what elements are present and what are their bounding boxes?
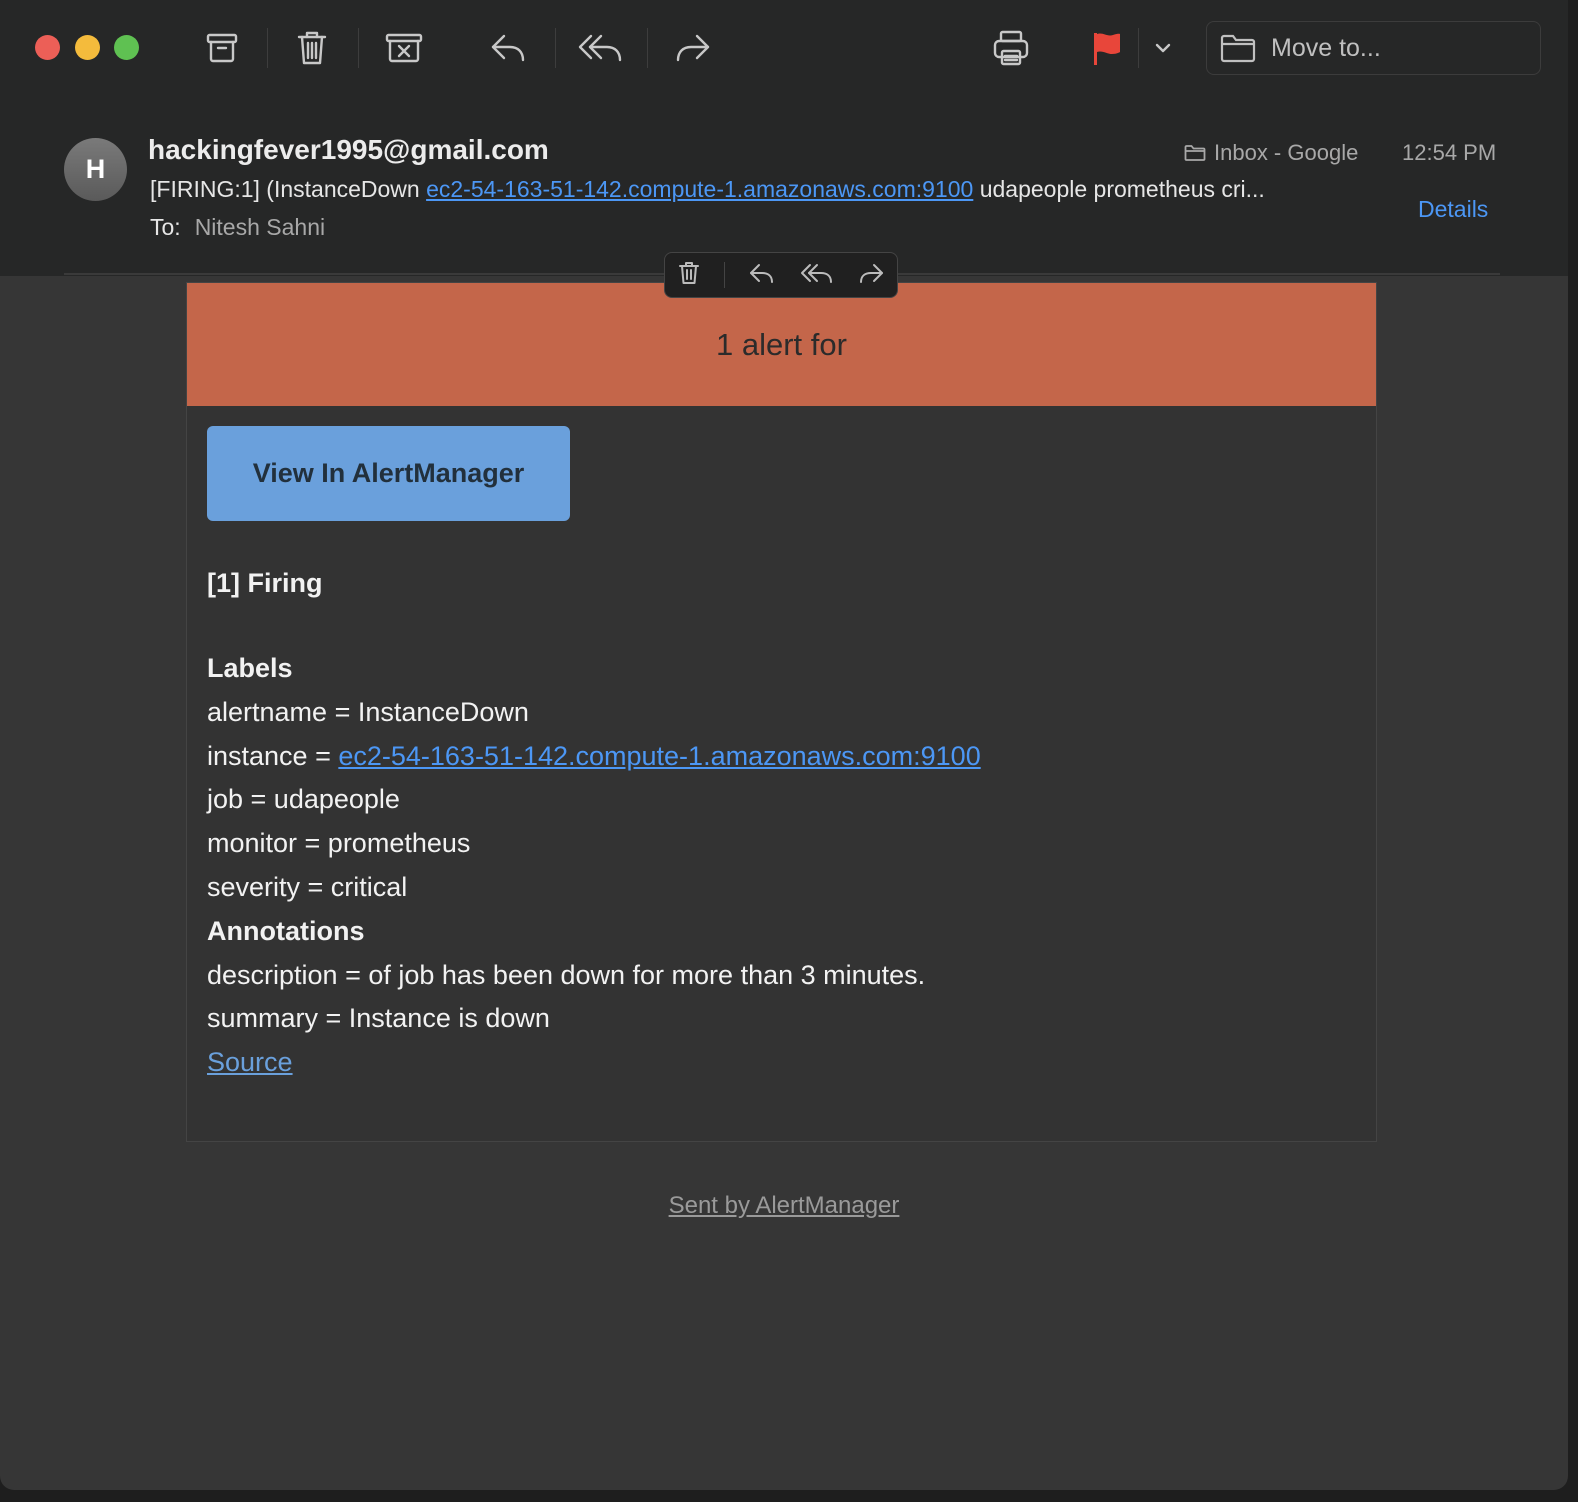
alert-details: Labels alertname = InstanceDown instance… [207,647,981,1085]
mini-reply-all-button[interactable] [800,261,834,290]
sender-address[interactable]: hackingfever1995@gmail.com [148,134,549,166]
trash-icon [678,261,699,284]
label-instance-key: instance = [207,740,339,771]
toolbar: Move to... [0,0,1568,96]
reply-all-icon [800,263,832,283]
label-alertname: alertname = InstanceDown [207,696,529,727]
trash-icon [297,31,327,65]
delete-button[interactable] [290,22,334,74]
label-job: job = udapeople [207,784,400,815]
flag-options-dropdown[interactable] [1150,22,1176,74]
instance-link[interactable]: ec2-54-163-51-142.compute-1.amazonaws.co… [338,741,980,771]
label-monitor: monitor = prometheus [207,828,471,859]
subject-line: [FIRING:1] (InstanceDown ec2-54-163-51-1… [150,176,1380,203]
forward-icon [860,263,884,283]
annotation-description: description = of job has been down for m… [207,959,926,990]
mini-reply-button[interactable] [748,261,776,290]
junk-button[interactable] [380,22,428,74]
print-button[interactable] [988,22,1034,74]
reply-icon [491,34,525,62]
received-time: 12:54 PM [1402,140,1497,165]
details-link[interactable]: Details [1418,196,1488,223]
mini-forward-button[interactable] [857,261,885,290]
maximize-window-button[interactable] [114,35,139,60]
recipient-name[interactable]: Nitesh Sahni [195,214,325,240]
printer-icon [993,30,1029,66]
move-to-label: Move to... [1271,33,1381,62]
label-instance: instance = ec2-54-163-51-142.compute-1.a… [207,735,981,779]
annotations-heading: Annotations [207,915,365,946]
move-to-mailbox-button[interactable]: Move to... [1206,21,1541,75]
alert-email-card: 1 alert for View In AlertManager [1] Fir… [186,282,1377,1142]
firing-heading: [1] Firing [207,568,323,598]
mailbox-name: Inbox - Google [1214,140,1359,165]
mail-window: Move to... H hackingfever1995@gmail.com … [0,0,1568,1490]
message-header: H hackingfever1995@gmail.com [FIRING:1] … [0,96,1568,276]
junk-icon [385,33,423,63]
archive-icon [206,33,238,63]
archive-button[interactable] [200,22,244,74]
reply-all-button[interactable] [576,22,626,74]
view-in-alertmanager-button[interactable]: View In AlertManager [207,426,570,521]
labels-heading: Labels [207,653,293,683]
sent-by-alertmanager-link[interactable]: Sent by AlertManager [0,1192,1568,1220]
folder-icon [1184,145,1206,161]
hover-action-bar [664,252,898,298]
flag-button[interactable] [1084,22,1128,74]
annotation-summary: summary = Instance is down [207,1003,550,1034]
minimize-window-button[interactable] [75,35,100,60]
reply-all-icon [578,34,622,62]
subject-instance-link[interactable]: ec2-54-163-51-142.compute-1.amazonaws.co… [426,176,973,202]
subject-suffix: udapeople prometheus cri... [973,176,1265,202]
recipient-line: To: Nitesh Sahni [150,214,325,241]
reply-button[interactable] [485,22,531,74]
close-window-button[interactable] [35,35,60,60]
avatar: H [64,138,127,201]
source-link[interactable]: Source [207,1047,293,1077]
forward-icon [676,34,710,62]
alert-banner-title: 1 alert for [716,326,847,362]
alert-banner: 1 alert for [187,283,1376,406]
mailbox-indicator: Inbox - Google [1184,140,1358,166]
chevron-down-icon [1155,43,1171,53]
folder-icon [1220,34,1256,63]
mini-delete-button[interactable] [677,260,701,291]
forward-button[interactable] [670,22,716,74]
subject-prefix: [FIRING:1] (InstanceDown [150,176,427,202]
to-label: To: [150,214,181,240]
flag-icon [1094,33,1120,65]
reply-icon [750,263,774,283]
label-severity: severity = critical [207,871,408,902]
